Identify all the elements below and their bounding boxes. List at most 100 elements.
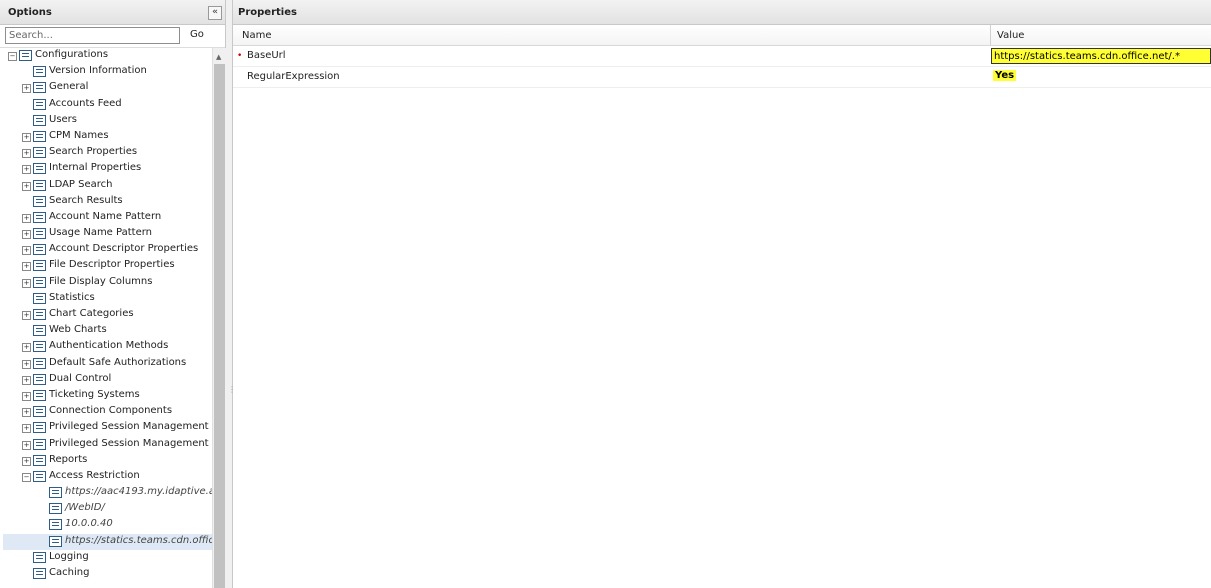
expand-icon[interactable]: + (22, 181, 31, 191)
expand-icon[interactable]: + (22, 278, 31, 288)
tree-scrollbar[interactable]: ▲ (212, 48, 226, 588)
tree-item-label: File Descriptor Properties (49, 259, 175, 271)
expand-icon[interactable]: + (22, 132, 31, 142)
tree-item[interactable]: https://statics.teams.cdn.office.net/.* (3, 533, 213, 550)
tree-item[interactable]: + File Descriptor Properties (3, 258, 213, 274)
config-node-icon (33, 130, 46, 142)
tree-item[interactable]: + Authentication Methods (3, 339, 213, 355)
tree-item[interactable]: + Default Safe Authorizations (3, 356, 213, 372)
tree-item[interactable]: + Privileged Session Management UI (3, 420, 213, 436)
tree-item[interactable]: + File Display Columns (3, 275, 213, 291)
config-node-icon (33, 147, 46, 159)
tree-item-label: Usage Name Pattern (49, 227, 152, 239)
column-header-name[interactable]: Name (242, 30, 272, 41)
tree-item[interactable]: 10.0.0.40 (3, 517, 213, 533)
expand-icon[interactable]: + (22, 246, 31, 256)
tree-item[interactable]: Users (3, 113, 213, 129)
tree-item[interactable]: + Reports (3, 453, 213, 469)
properties-panel: Properties Name Value • BaseUrl RegularE… (233, 0, 1211, 588)
go-button[interactable]: Go (190, 29, 204, 40)
tree-item[interactable]: + Usage Name Pattern (3, 226, 213, 242)
options-header: Options « (0, 0, 225, 25)
tree-item[interactable]: + Search Properties (3, 145, 213, 161)
tree-item[interactable]: + CPM Names (3, 129, 213, 145)
tree-item[interactable]: − Access Restriction (3, 469, 213, 485)
expand-icon[interactable]: + (22, 311, 31, 320)
config-node-icon (33, 66, 46, 78)
tree-item-label: Privileged Session Management (49, 437, 209, 449)
expand-icon[interactable]: + (22, 149, 31, 159)
tree-item-label: /WebID/ (65, 502, 105, 514)
tree-item[interactable]: + Privileged Session Management (3, 437, 213, 453)
tree-item-label: Caching (49, 567, 90, 578)
panel-splitter[interactable]: ⋮ (226, 0, 236, 588)
expand-icon[interactable]: + (22, 456, 31, 466)
collapse-panel-icon[interactable]: « (208, 6, 222, 20)
column-header-value[interactable]: Value (997, 30, 1024, 41)
options-title: Options (8, 7, 52, 18)
expand-icon[interactable]: + (22, 408, 31, 418)
tree-item[interactable]: Accounts Feed (3, 97, 213, 113)
collapse-icon[interactable]: − (22, 472, 31, 482)
tree-item[interactable]: + Ticketing Systems (3, 388, 213, 404)
tree-item[interactable]: + Account Name Pattern (3, 210, 213, 226)
search-bar: Go (0, 25, 225, 48)
tree-item[interactable]: Caching (3, 566, 213, 582)
tree-item[interactable]: + Chart Categories (3, 307, 213, 323)
tree-item-label: Logging (49, 550, 89, 562)
property-row-baseurl[interactable]: • BaseUrl (233, 46, 1211, 67)
tree-item[interactable]: https://aac4193.my.idaptive.app (3, 485, 213, 501)
property-row-regularexpression[interactable]: RegularExpression Yes (233, 67, 1211, 88)
expand-icon[interactable]: + (22, 424, 31, 434)
expand-icon[interactable]: + (22, 213, 31, 223)
expand-icon[interactable]: + (22, 230, 31, 240)
tree-item[interactable]: + Internal Properties (3, 161, 213, 177)
expand-icon[interactable]: + (22, 343, 31, 353)
search-input[interactable] (5, 27, 180, 44)
tree-item-label: Privileged Session Management UI (49, 421, 213, 433)
expand-icon[interactable]: + (22, 391, 31, 401)
config-node-icon (49, 519, 62, 531)
config-node-icon (33, 244, 46, 256)
expand-icon[interactable]: + (22, 165, 31, 175)
tree-item[interactable]: Web Charts (3, 323, 213, 339)
tree-item-label: Version Information (49, 65, 147, 77)
baseurl-value-input[interactable] (991, 48, 1211, 64)
tree-item[interactable]: + Connection Components (3, 404, 213, 420)
config-node-icon (33, 357, 46, 369)
tree-item[interactable]: Version Information (3, 64, 213, 80)
tree-item[interactable]: + Dual Control (3, 372, 213, 388)
tree-item[interactable]: + LDAP Search (3, 178, 213, 194)
expand-icon[interactable]: + (22, 375, 31, 385)
config-node-icon (33, 325, 46, 337)
required-marker: • (237, 51, 243, 61)
tree-item[interactable]: + General (3, 80, 213, 96)
tree-item[interactable]: + Account Descriptor Properties (3, 242, 213, 258)
tree-item-label: Search Properties (49, 146, 138, 158)
scroll-up-icon[interactable]: ▲ (216, 53, 221, 61)
tree-item-label: https://statics.teams.cdn.office.net/.* (65, 534, 213, 546)
tree-item[interactable]: − Configurations (3, 48, 213, 64)
config-node-icon (49, 535, 62, 547)
tree-item-label: CPM Names (49, 129, 109, 141)
tree-item-label: Statistics (49, 291, 95, 303)
properties-column-header: Name Value (233, 25, 1211, 46)
properties-header: Properties (233, 0, 1211, 25)
expand-icon[interactable]: + (22, 262, 31, 272)
config-node-icon (33, 373, 46, 385)
tree-item[interactable]: Search Results (3, 194, 213, 210)
tree-item-label: Internal Properties (49, 162, 142, 174)
collapse-icon[interactable]: − (8, 52, 17, 61)
tree-item-label: https://aac4193.my.idaptive.app (65, 486, 213, 498)
tree-item[interactable]: /WebID/ (3, 501, 213, 517)
regularexpression-value[interactable]: Yes (993, 70, 1017, 81)
tree-item-label: Connection Components (49, 405, 173, 417)
expand-icon[interactable]: + (22, 84, 31, 94)
tree-item-label: Search Results (49, 194, 123, 206)
tree-item[interactable]: Logging (3, 550, 213, 566)
column-divider[interactable] (990, 25, 991, 45)
expand-icon[interactable]: + (22, 440, 31, 450)
tree-item[interactable]: Statistics (3, 291, 213, 307)
expand-icon[interactable]: + (22, 359, 31, 369)
scrollbar-thumb[interactable] (214, 64, 225, 588)
